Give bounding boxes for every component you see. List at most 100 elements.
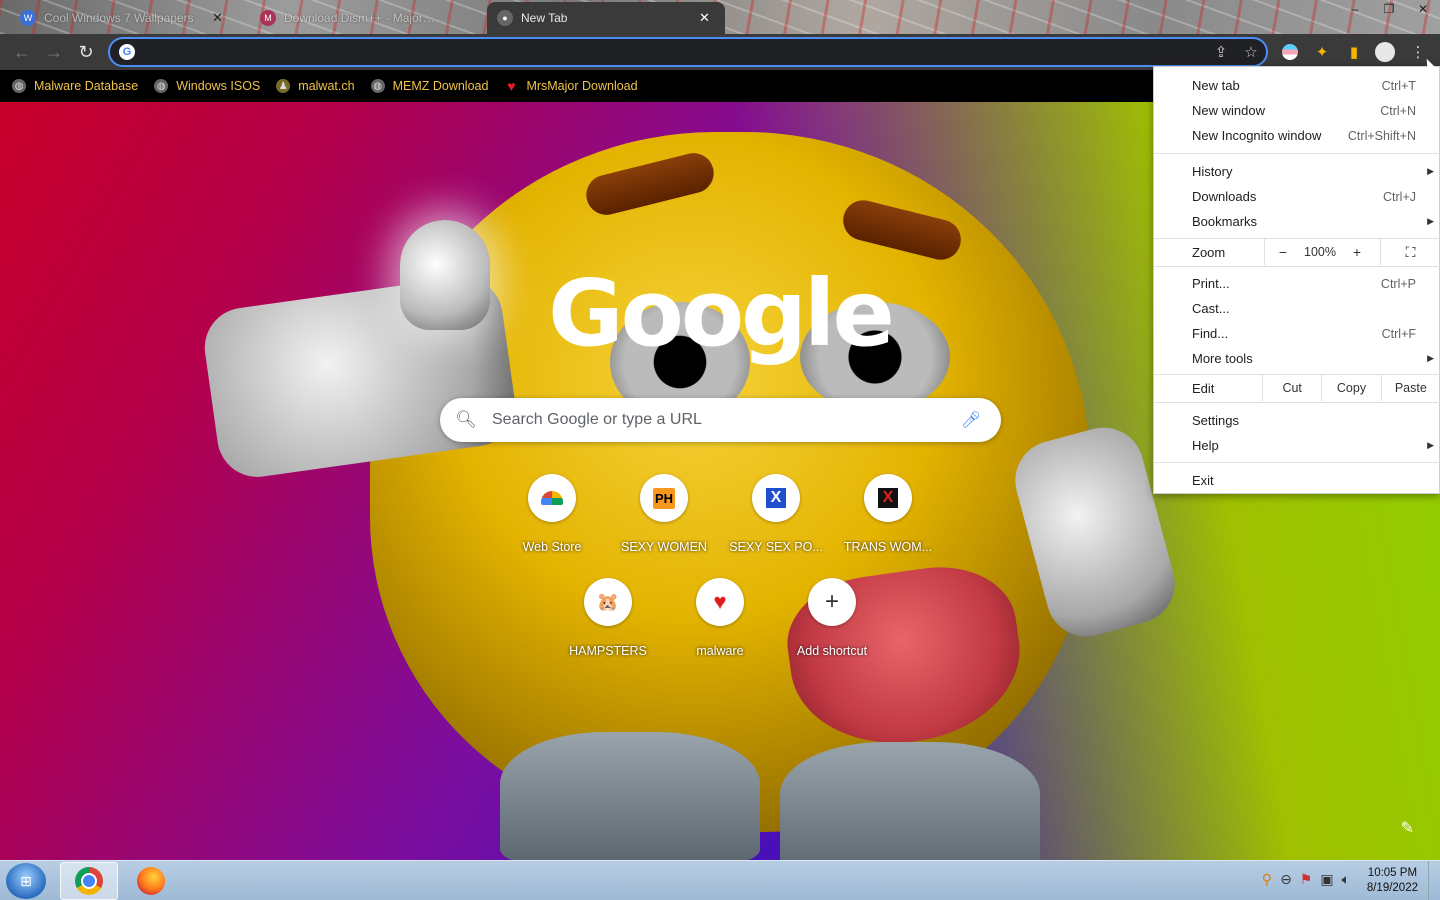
bookmark-windows-isos[interactable]: ◍ Windows ISOS [154, 79, 260, 93]
chrome-icon [75, 867, 103, 895]
bookmark-mrsmajor-download[interactable]: ♥ MrsMajor Download [504, 78, 637, 94]
taskbar-chrome[interactable] [60, 862, 118, 900]
close-tab-icon[interactable]: ✕ [212, 10, 223, 26]
shortcut-hampsters[interactable]: 🐹 HAMPSTERS [552, 578, 664, 658]
start-button[interactable]: ⊞ [6, 863, 46, 899]
background-emoji-image [780, 742, 1040, 860]
malwatch-icon: ♟ [276, 79, 291, 93]
profile-avatar-icon[interactable] [1373, 40, 1397, 64]
menu-new-window[interactable]: New window Ctrl+N [1154, 98, 1440, 123]
tab-title: Download Dism++ - MajorGeeks [284, 11, 444, 25]
submenu-arrow-icon: ▶ [1427, 166, 1434, 176]
shortcut-label: TRANS WOM... [843, 540, 933, 554]
menu-find[interactable]: Find... Ctrl+F [1154, 321, 1440, 346]
menu-help[interactable]: Help ▶ [1154, 433, 1440, 458]
shortcut-web-store[interactable]: Web Store [496, 474, 608, 554]
bookmark-label: Malware Database [34, 79, 139, 93]
menu-cast[interactable]: Cast... [1154, 296, 1440, 321]
shortcut-label: HAMPSTERS [569, 644, 647, 658]
google-g-icon: G [119, 44, 135, 60]
bookmark-malware-database[interactable]: ◍ Malware Database [12, 79, 138, 93]
shortcut-label: SEXY WOMEN [621, 540, 707, 554]
zoom-in-button[interactable]: + [1339, 244, 1375, 260]
shortcut-add[interactable]: + Add shortcut [776, 578, 888, 658]
volume-icon[interactable]: 🔈︎ [1342, 871, 1350, 888]
extension-flag-icon[interactable] [1278, 40, 1302, 64]
restore-icon[interactable]: ❐ [1372, 0, 1406, 18]
shortcut-label: Add shortcut [796, 644, 868, 658]
reload-icon[interactable]: ↻ [70, 36, 102, 68]
side-panel-icon[interactable]: ▮ [1342, 40, 1366, 64]
search-input[interactable] [492, 411, 941, 429]
menu-new-tab[interactable]: New tab Ctrl+T [1154, 73, 1440, 98]
shortcut-trans-wom[interactable]: X TRANS WOM... [832, 474, 944, 554]
taskbar-firefox[interactable] [122, 862, 180, 900]
share-icon[interactable]: ⇪ [1206, 43, 1236, 61]
shortcut-sexy-sex-po[interactable]: X SEXY SEX PO... [720, 474, 832, 554]
menu-more-tools[interactable]: More tools ▶ [1154, 346, 1440, 371]
menu-new-incognito[interactable]: New Incognito window Ctrl+Shift+N [1154, 123, 1440, 148]
minimize-icon[interactable]: – [1338, 0, 1372, 18]
submenu-arrow-icon: ▶ [1427, 216, 1434, 226]
tab-majorgeeks[interactable]: M Download Dism++ - MajorGeeks [250, 2, 454, 34]
taskbar-clock[interactable]: 10:05 PM 8/19/2022 [1367, 866, 1418, 896]
tab-wallpapers[interactable]: W Cool Windows 7 Wallpapers ✕ [10, 2, 233, 34]
menu-exit[interactable]: Exit [1154, 468, 1440, 493]
heart-icon: ♥ [507, 78, 516, 94]
shortcut-sexy-women[interactable]: PH SEXY WOMEN [608, 474, 720, 554]
zoom-out-button[interactable]: − [1265, 244, 1301, 260]
search-icon: 🔍︎ [455, 410, 477, 429]
plus-icon: + [808, 578, 856, 626]
bookmark-memz-download[interactable]: ◍ MEMZ Download [370, 79, 488, 93]
hamster-icon: 🐹 [584, 578, 632, 626]
chrome-main-menu: New tab Ctrl+T New window Ctrl+N New Incog… [1153, 66, 1440, 494]
back-icon[interactable]: ← [6, 36, 38, 68]
firefox-icon [137, 867, 165, 895]
extensions-puzzle-icon[interactable]: ✦ [1310, 40, 1334, 64]
close-tab-icon[interactable]: ✕ [699, 10, 710, 26]
tab-strip: W Cool Windows 7 Wallpapers ✕ M Download… [0, 0, 1440, 34]
heart-icon: ♥ [696, 578, 744, 626]
cut-button[interactable]: Cut [1262, 375, 1321, 401]
address-input[interactable] [135, 40, 1206, 64]
menu-history[interactable]: History ▶ [1154, 159, 1440, 184]
tab-new-tab[interactable]: ● New Tab ✕ [487, 2, 725, 34]
x-red-icon: X [864, 474, 912, 522]
bookmark-label: Windows ISOS [176, 79, 261, 93]
action-center-flag-icon[interactable]: ⚑ [1300, 871, 1313, 888]
shortcut-label: malware [696, 644, 744, 658]
paste-button[interactable]: Paste [1380, 375, 1440, 401]
customize-pencil-icon[interactable]: ✎ [1401, 818, 1414, 838]
ph-icon: PH [640, 474, 688, 522]
minus-tray-icon[interactable]: ⊖ [1280, 871, 1292, 888]
tab-title: New Tab [521, 11, 568, 25]
close-window-icon[interactable]: ✕ [1406, 0, 1440, 18]
microphone-icon[interactable]: 🎤︎ [941, 410, 1001, 430]
copy-button[interactable]: Copy [1321, 375, 1380, 401]
ntp-search-box[interactable]: 🔍︎ 🎤︎ [440, 398, 1001, 442]
menu-print[interactable]: Print... Ctrl+P [1154, 271, 1440, 296]
search-tray-icon[interactable]: ⚲ [1262, 871, 1272, 888]
x-blue-icon: X [752, 474, 800, 522]
menu-downloads[interactable]: Downloads Ctrl+J [1154, 184, 1440, 209]
forward-icon[interactable]: → [38, 36, 70, 68]
network-icon[interactable]: ▣ [1320, 871, 1333, 888]
wallpaper-site-icon: W [20, 10, 36, 26]
bookmark-malwatch[interactable]: ♟ malwat.ch [276, 79, 355, 93]
show-desktop-button[interactable] [1428, 861, 1440, 900]
bookmark-star-icon[interactable]: ☆ [1236, 43, 1266, 61]
submenu-arrow-icon: ▶ [1427, 440, 1434, 450]
clock-date: 8/19/2022 [1366, 882, 1418, 894]
fullscreen-icon[interactable]: ⛶ [1380, 239, 1440, 265]
shortcut-malware[interactable]: ♥ malware [664, 578, 776, 658]
menu-zoom-row: Zoom − 100% + ⛶ [1154, 239, 1440, 265]
address-bar[interactable]: G ⇪ ☆ [108, 37, 1268, 67]
windows-taskbar: ⊞ ⚲ ⊖ ⚑ ▣ 🔈︎ 10:05 PM 8/19/2022 [0, 860, 1440, 900]
globe-icon: ◍ [154, 79, 169, 93]
menu-settings[interactable]: Settings [1154, 408, 1440, 433]
shortcut-label: Web Store [522, 540, 582, 554]
menu-bookmarks[interactable]: Bookmarks ▶ [1154, 209, 1440, 234]
shortcut-label: SEXY SEX PO... [729, 540, 823, 554]
majorgeeks-icon: M [260, 10, 276, 26]
edit-label: Edit [1192, 380, 1215, 396]
